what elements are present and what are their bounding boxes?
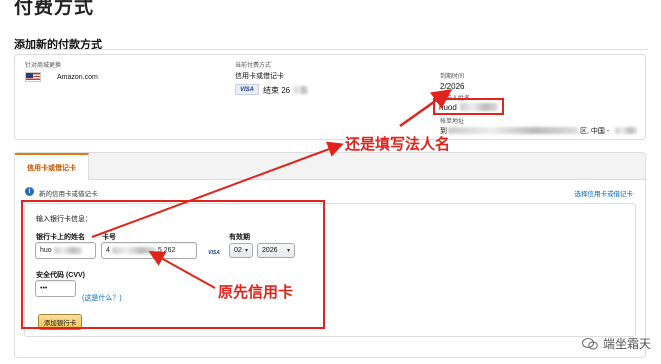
annotation-note-name: 还是填写法人名 <box>345 135 451 153</box>
wechat-icon <box>581 337 598 349</box>
annotation-note-card: 原先信用卡 <box>218 283 294 301</box>
arrow-to-name-field <box>91 141 344 238</box>
watermark-text: 端坐霜天 <box>602 337 651 351</box>
arrow-to-holder-name <box>399 89 453 128</box>
watermark: 端坐霜天 <box>581 335 651 352</box>
annotation-arrows <box>91 89 453 289</box>
arrow-to-card-field <box>148 251 216 289</box>
